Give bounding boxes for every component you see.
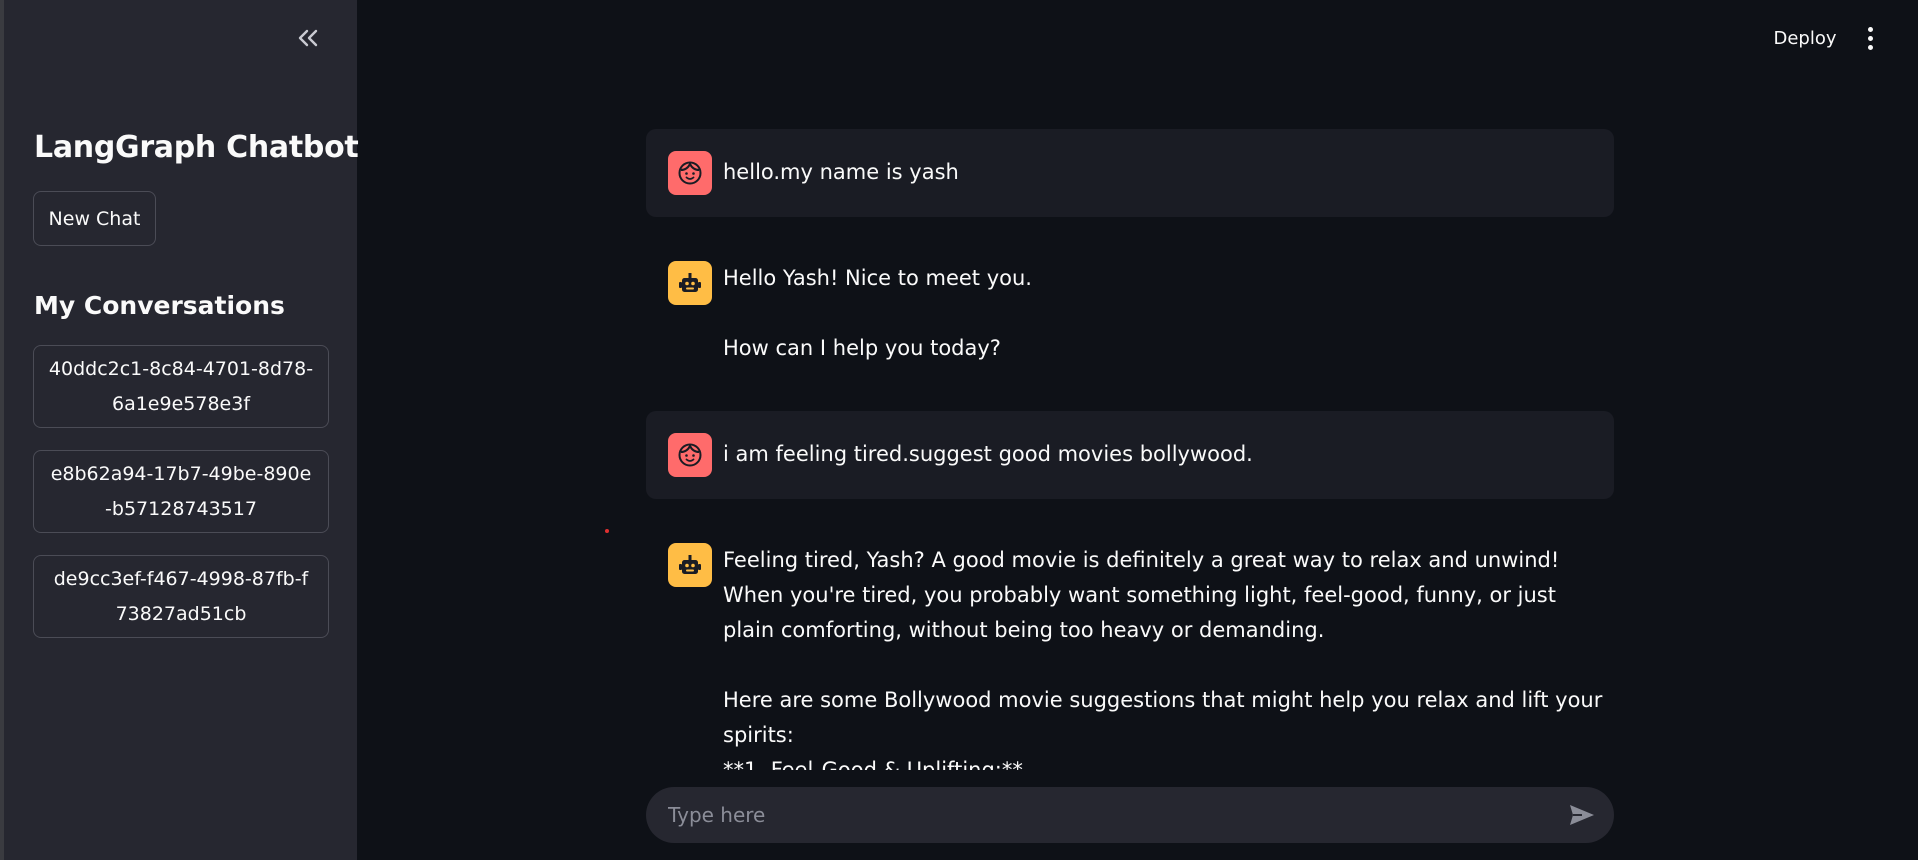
cursor-dot [605, 529, 609, 533]
message-text: Feeling tired, Yash? A good movie is def… [723, 548, 1560, 642]
robot-icon [679, 555, 701, 574]
robot-icon [679, 273, 701, 292]
chat-input-container [646, 787, 1614, 843]
user-face-icon [678, 161, 702, 185]
message-text: **1. Feel-Good & Uplifting:** [723, 758, 1023, 770]
user-avatar [668, 433, 712, 477]
send-button[interactable] [1566, 800, 1598, 830]
chat-messages: hello.my name is yash Hello Yash! Nice t… [0, 0, 1918, 770]
message-text: hello.my name is yash [723, 160, 959, 184]
assistant-avatar [668, 543, 712, 587]
message-text: Here are some Bollywood movie suggestion… [723, 688, 1603, 747]
message-text: i am feeling tired.suggest good movies b… [723, 442, 1253, 466]
user-avatar [668, 151, 712, 195]
chat-input[interactable] [668, 787, 1528, 843]
user-face-icon [678, 443, 702, 467]
assistant-avatar [668, 261, 712, 305]
message-text: How can I help you today? [723, 336, 1001, 360]
app: LangGraph Chatbot New Chat My Conversati… [0, 0, 1918, 860]
send-icon [1570, 805, 1594, 825]
message-text: Hello Yash! Nice to meet you. [723, 266, 1032, 290]
